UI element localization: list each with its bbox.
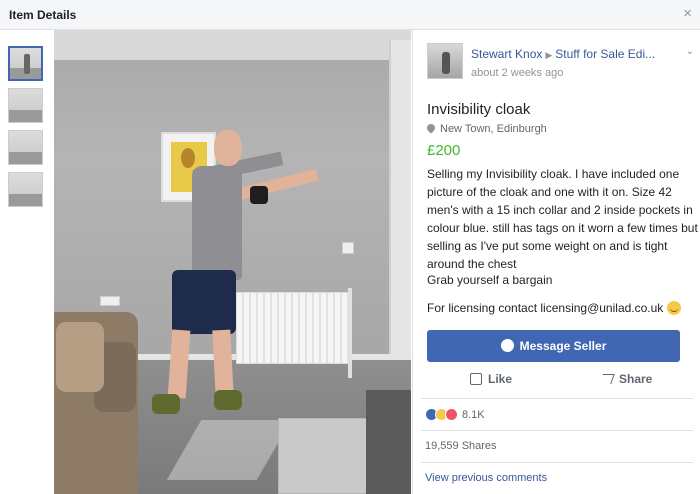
author-link[interactable]: Stewart Knox: [471, 47, 542, 61]
thumbnail-floor: [9, 152, 42, 164]
post-timestamp[interactable]: about 2 weeks ago: [471, 67, 563, 79]
item-extra-text: Grab yourself a bargain: [427, 273, 553, 287]
message-seller-label: Message Seller: [519, 339, 607, 353]
arrow-right-icon: ▶: [545, 50, 553, 60]
thumbnail-strip: [0, 30, 52, 494]
post-actions: Like Share: [427, 368, 680, 396]
share-button[interactable]: Share: [599, 372, 653, 386]
thumbs-up-icon: [470, 373, 482, 385]
like-button[interactable]: Like: [470, 372, 512, 386]
love-reaction-icon: [445, 408, 458, 422]
group-link[interactable]: Stuff for Sale Edi...: [555, 47, 655, 61]
item-location: New Town, Edinburgh: [425, 122, 547, 135]
item-price: £200: [427, 142, 461, 159]
licensing-note: For licensing contact licensing@unilad.c…: [427, 301, 682, 315]
thumbnail-4[interactable]: [8, 172, 43, 207]
share-label: Share: [619, 372, 653, 386]
person-torso: [192, 166, 242, 280]
dialog-title: Item Details: [9, 8, 77, 22]
person-leg-left: [167, 329, 191, 399]
smiley-icon: [667, 301, 682, 315]
person-head: [214, 130, 242, 166]
thumbnail-3[interactable]: [8, 130, 43, 165]
person-shorts: [172, 270, 236, 334]
licensing-text: For licensing contact licensing@unilad.c…: [427, 301, 664, 315]
person-leg-right: [212, 329, 234, 397]
divider: [421, 462, 693, 463]
details-panel: Stewart Knox ▶ Stuff for Sale Edi... about…: [412, 30, 700, 494]
thumbnail-floor: [9, 194, 42, 206]
avatar[interactable]: [427, 43, 463, 79]
messenger-icon: [500, 339, 514, 352]
reaction-summary[interactable]: 8.1K: [425, 406, 485, 422]
chevron-down-icon[interactable]: ⌄: [686, 46, 694, 57]
person-arm-right: [230, 168, 319, 202]
person-sleeve: [250, 186, 268, 204]
thumbnail-figure: [24, 54, 30, 74]
photo-person: [54, 30, 411, 494]
like-label: Like: [488, 372, 513, 386]
share-count[interactable]: 19,559 Shares: [425, 440, 497, 452]
person-shoe-right: [214, 390, 242, 410]
dialog-header: Item Details ×: [0, 0, 700, 30]
person-shoe-left: [152, 394, 180, 414]
thumbnail-1[interactable]: [8, 46, 43, 81]
divider: [421, 398, 693, 399]
location-pin-icon: [425, 122, 437, 134]
item-title: Invisibility cloak: [427, 101, 531, 118]
close-icon[interactable]: ×: [683, 5, 692, 22]
reaction-count: 8.1K: [462, 408, 485, 421]
view-previous-comments-link[interactable]: View previous comments: [425, 472, 547, 484]
thumbnail-2[interactable]: [8, 88, 43, 123]
post-byline: Stewart Knox ▶ Stuff for Sale Edi...: [471, 47, 655, 61]
message-seller-button[interactable]: Message Seller: [427, 330, 680, 362]
thumbnail-floor: [9, 110, 42, 122]
location-text: New Town, Edinburgh: [440, 123, 547, 135]
share-arrow-icon: [599, 374, 615, 384]
item-description: Selling my Invisibility cloak. I have in…: [427, 167, 698, 271]
main-photo[interactable]: [54, 30, 411, 494]
divider: [421, 430, 693, 431]
